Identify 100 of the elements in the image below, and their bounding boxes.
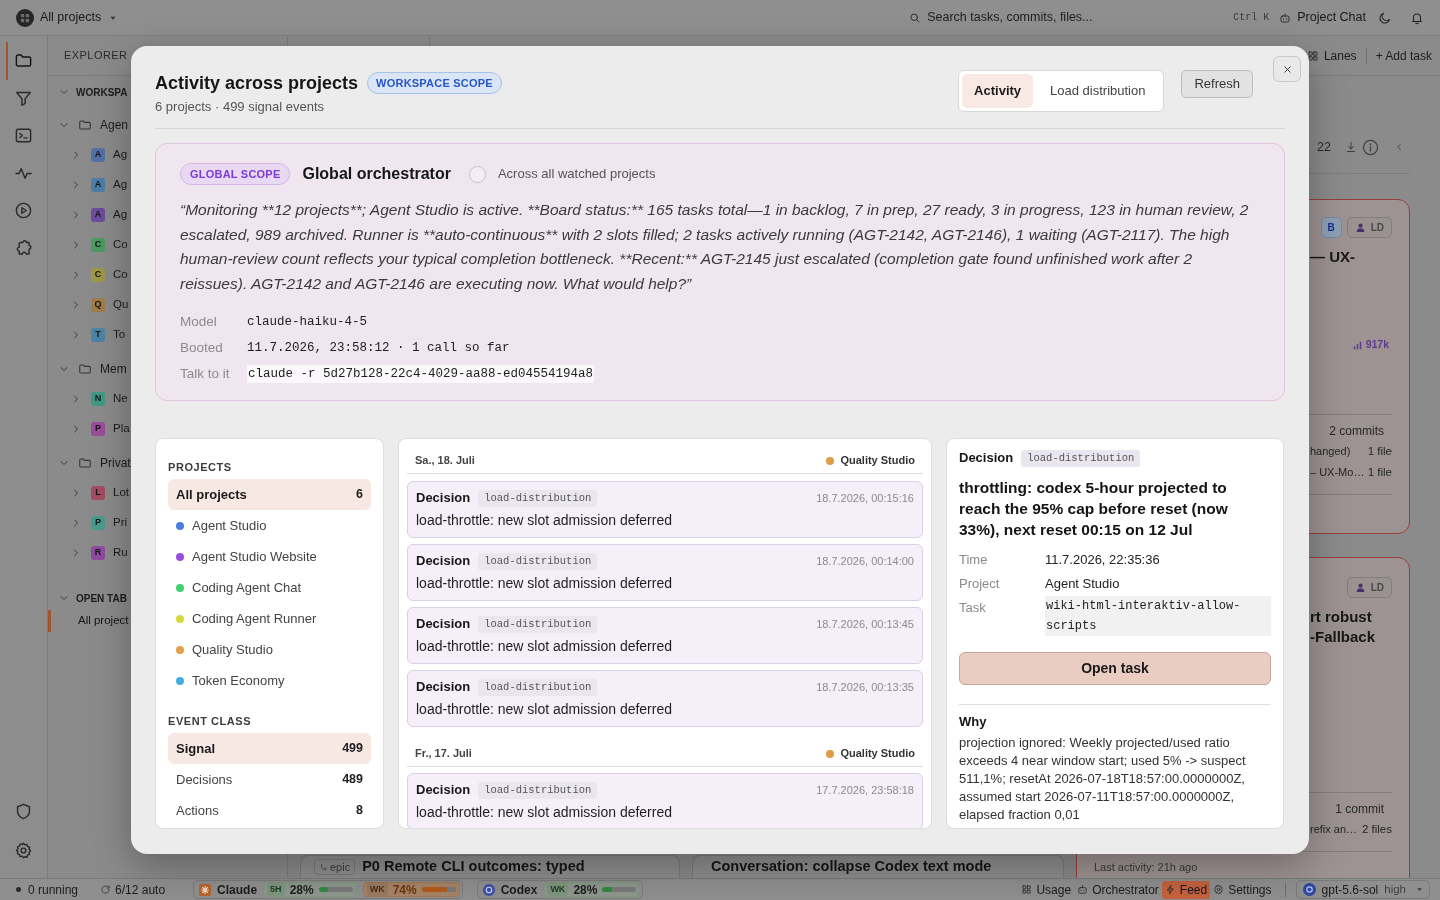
event-time: 18.7.2026, 00:15:16 <box>816 490 914 506</box>
status-link[interactable]: Orchestrator <box>1074 880 1162 899</box>
model-selector[interactable]: gpt-5.6-sol high <box>1295 880 1430 899</box>
project-name[interactable]: Lot <box>113 484 129 502</box>
usage-reading: 28% <box>573 881 598 899</box>
filter-item[interactable]: Coding Agent Chat <box>168 572 371 603</box>
folder-name[interactable]: Mem <box>100 360 127 378</box>
puzzle-icon[interactable] <box>14 238 33 258</box>
project-name[interactable]: Ru <box>113 544 128 562</box>
project-name[interactable]: Ag <box>113 146 128 164</box>
event-card[interactable]: Decision load-distribution 17.7.2026, 23:58:18 load-throttle: new slot admission deferred <box>407 773 923 828</box>
search-field[interactable]: Search tasks, commits, files... <box>909 8 1110 27</box>
event-text: load-throttle: new slot admission deferred <box>416 511 674 530</box>
filter-item[interactable]: Decisions 489 <box>168 764 371 795</box>
card-title: P0 Remote CLI outcomes: typed <box>362 857 585 877</box>
folder-name[interactable]: Agen <box>100 116 129 134</box>
settings-icon[interactable] <box>14 841 33 860</box>
section-title[interactable]: WORKSPA <box>76 84 128 100</box>
view-tab[interactable]: Activity <box>962 74 1034 108</box>
grid-logo-icon <box>16 8 34 27</box>
running-count: 0 running <box>28 881 79 899</box>
project-name[interactable]: Qu <box>113 296 129 314</box>
detail-title: throttling: codex 5-hour projected to reach the 95% cap before reset (now 33%), next reset 00:15 on 12 Jul <box>959 478 1229 540</box>
project-chat-button[interactable]: Project Chat <box>1279 8 1366 27</box>
chevron-left-icon[interactable] <box>1394 142 1404 152</box>
window-label: WK <box>547 882 569 897</box>
letter-badge: B <box>1320 217 1342 238</box>
commit-count: 2 commits <box>1329 423 1384 440</box>
event-card[interactable]: Decision load-distribution 18.7.2026, 00:14:00 load-throttle: new slot admission deferred <box>407 544 923 601</box>
event-text: load-throttle: new slot admission deferred <box>416 637 674 656</box>
radio-button[interactable] <box>468 165 486 183</box>
project-name[interactable]: Co <box>113 236 128 254</box>
field-label: Task <box>959 600 986 616</box>
status-link[interactable]: Settings <box>1210 880 1275 899</box>
event-card[interactable]: Decision load-distribution 18.7.2026, 00:13:35 load-throttle: new slot admission deferred <box>407 670 923 727</box>
info-icon[interactable] <box>1362 138 1379 156</box>
auto-slots[interactable]: 6/12 auto <box>115 880 166 899</box>
event-tag: load-distribution <box>478 678 598 696</box>
filter-item[interactable]: Token Economy <box>168 665 371 696</box>
project-badge: A <box>91 148 105 162</box>
add-task-button[interactable]: + Add task <box>1375 43 1432 68</box>
project-name[interactable]: Pla <box>113 420 130 438</box>
project-name[interactable]: Co <box>113 266 128 284</box>
grid-icon <box>1021 884 1033 895</box>
settings-icon <box>1213 884 1225 895</box>
moon-icon[interactable] <box>1378 10 1392 25</box>
open-task-button[interactable]: Open task <box>959 652 1271 685</box>
project-name: Quality Studio <box>840 453 915 469</box>
event-card[interactable]: Decision load-distribution 18.7.2026, 00:13:45 load-throttle: new slot admission deferred <box>407 607 923 664</box>
detail-value: claude-haiku-4-5 <box>247 313 368 331</box>
event-tag: load-distribution <box>1021 449 1141 467</box>
status-link[interactable]: Feed <box>1161 880 1211 899</box>
play-icon[interactable] <box>14 201 33 221</box>
event-time: 17.7.2026, 23:58:18 <box>816 782 914 798</box>
bar-chart-icon <box>1352 340 1362 350</box>
project-badge: L <box>91 486 105 500</box>
card-title: -Fallback <box>1310 627 1377 647</box>
filter-item[interactable]: Coding Agent Runner <box>168 603 371 634</box>
shield-icon[interactable] <box>14 802 33 821</box>
project-name[interactable]: To <box>113 326 126 344</box>
status-link[interactable]: Usage <box>1018 880 1075 899</box>
project-badge: A <box>91 178 105 192</box>
task-card[interactable]: epic P0 Remote CLI outcomes: typed <box>300 855 680 878</box>
workspace-switcher[interactable]: All projects <box>40 8 118 27</box>
filter-item[interactable]: Quality Studio <box>168 634 371 665</box>
project-name[interactable]: Ag <box>113 176 128 194</box>
open-tab[interactable]: All project <box>78 612 129 630</box>
filter-item[interactable]: Signal 499 <box>168 733 371 764</box>
card-title: rt robust <box>1310 607 1373 627</box>
usage-reading: 74% <box>392 881 417 899</box>
project-name[interactable]: Ne <box>113 390 128 408</box>
file-count: 1 file <box>1367 443 1392 459</box>
commit-count: 1 commit <box>1335 801 1384 818</box>
filter-item[interactable]: All projects 6 <box>168 479 371 510</box>
view-tab[interactable]: Load distribution <box>1035 74 1161 108</box>
terminal-icon[interactable] <box>14 126 33 146</box>
folder-icon <box>78 362 92 376</box>
task-card[interactable]: Conversation: collapse Codex text mode <box>692 855 1064 878</box>
section-title[interactable]: OPEN TAB <box>76 590 127 606</box>
ring-logo-icon <box>482 883 495 896</box>
search-icon <box>909 11 922 24</box>
event-type: Decision <box>416 781 471 800</box>
bell-icon[interactable] <box>1410 10 1424 25</box>
filter-item[interactable]: Actions 8 <box>168 795 371 826</box>
close-button[interactable] <box>1273 56 1301 82</box>
event-card[interactable]: Decision load-distribution 18.7.2026, 00:15:16 load-throttle: new slot admission deferred <box>407 481 923 538</box>
lanes-button[interactable]: Lanes <box>1306 43 1357 68</box>
filter-item[interactable]: Agent Studio Website <box>168 541 371 572</box>
folder-name[interactable]: Privat <box>100 454 131 472</box>
filter-item[interactable]: Agent Studio <box>168 510 371 541</box>
radio-label: Across all watched projects <box>497 165 656 184</box>
card-title: Conversation: collapse Codex text mode <box>711 857 992 877</box>
project-badge: C <box>91 238 105 252</box>
project-name[interactable]: Pri <box>113 514 128 532</box>
refresh-button[interactable]: Refresh <box>1181 70 1253 98</box>
project-badge: T <box>91 328 105 342</box>
detail-value: 11.7.2026, 23:58:12 · 1 call so far <box>247 339 510 357</box>
project-name[interactable]: Ag <box>113 206 128 224</box>
section-heading: EVENT CLASS <box>168 714 253 728</box>
download-icon[interactable] <box>1345 141 1357 153</box>
